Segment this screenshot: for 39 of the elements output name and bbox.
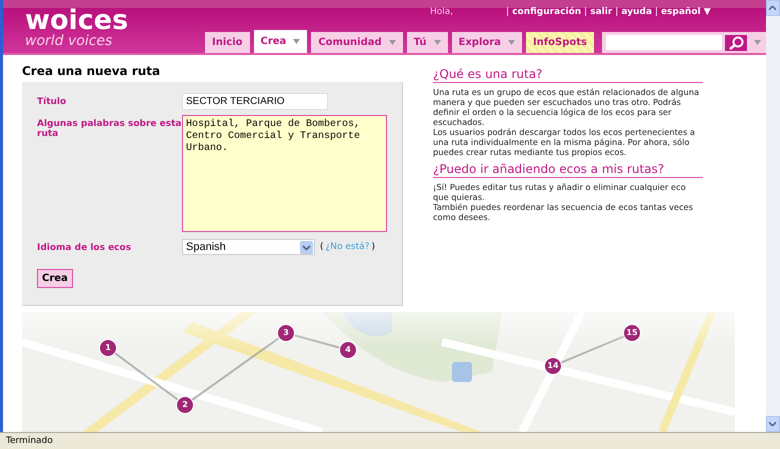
- greeting-text: Hola,: [430, 7, 454, 17]
- paren-text: ): [371, 242, 375, 252]
- separator-text: |: [584, 7, 588, 17]
- separator-text: |: [654, 7, 658, 17]
- search-field[interactable]: [606, 35, 722, 50]
- scroll-up-icon[interactable]: [769, 6, 776, 10]
- section-heading: ¿Puedo ir añadiendo ecos a mis rutas?: [433, 162, 703, 178]
- section-heading: ¿Qué es una ruta?: [433, 67, 703, 83]
- logo-subtitle: world voices: [25, 34, 112, 48]
- scroll-down-icon[interactable]: [769, 422, 776, 426]
- separator-text: |: [506, 7, 510, 17]
- nav-tab[interactable]: Inicio: [205, 32, 250, 53]
- header-link[interactable]: configuración: [512, 7, 582, 17]
- section-paragraph: Una ruta es un grupo de ecos que están relacionados de alguna manera y que pueden ser escuchados uno tras otro. Podrás definir el orden o la secuencia lógica de los ecos para ser escuchados.: [433, 87, 700, 127]
- nav-tab[interactable]: InfoSpots: [526, 32, 594, 53]
- separator-text: |: [615, 7, 618, 17]
- section-paragraph: ¡Sí! Puedes editar tus rutas y añadir o eliminar cualquier eco que quieras.: [433, 182, 687, 202]
- header-link[interactable]: ayuda: [621, 7, 652, 17]
- description-field[interactable]: Hospital, Parque de Bomberos, Centro Comercial y Transporte Urbano.: [182, 115, 387, 232]
- nav-tab[interactable]: Tú: [406, 32, 448, 53]
- nav-tab[interactable]: Explora: [452, 32, 522, 53]
- section-paragraph: También puedes reordenar las secuencia de ecos tantas veces como desees.: [433, 202, 694, 222]
- logo-title[interactable]: woices: [25, 8, 128, 34]
- header-link[interactable]: español ▼: [660, 7, 711, 17]
- title-field[interactable]: SECTOR TERCIARIO: [182, 93, 328, 110]
- status-text: Terminado: [6, 436, 53, 446]
- search-button[interactable]: [724, 34, 747, 50]
- section-paragraph: Los usuarios podrán descargar todos los ecos pertenecientes a una ruta individualmente en la misma página. Por ahora, sólo puedes crear rutas mediante tus propios ecos.: [433, 127, 696, 157]
- nav-tab[interactable]: Comunidad: [311, 32, 403, 53]
- create-button[interactable]: Crea: [37, 269, 73, 288]
- header-link[interactable]: salir: [590, 7, 612, 17]
- field-label: Idioma de los ecos: [37, 242, 132, 255]
- paren-text: (: [320, 242, 324, 252]
- nav-tab[interactable]: Crea: [254, 30, 308, 53]
- page-title: Crea una nueva ruta: [22, 64, 162, 78]
- field-label: Algunas palabras sobre esta ruta: [37, 118, 182, 141]
- scrollbar[interactable]: [766, 0, 780, 432]
- field-label: Título: [37, 96, 68, 109]
- language-dropdown[interactable]: Spanish: [182, 239, 315, 255]
